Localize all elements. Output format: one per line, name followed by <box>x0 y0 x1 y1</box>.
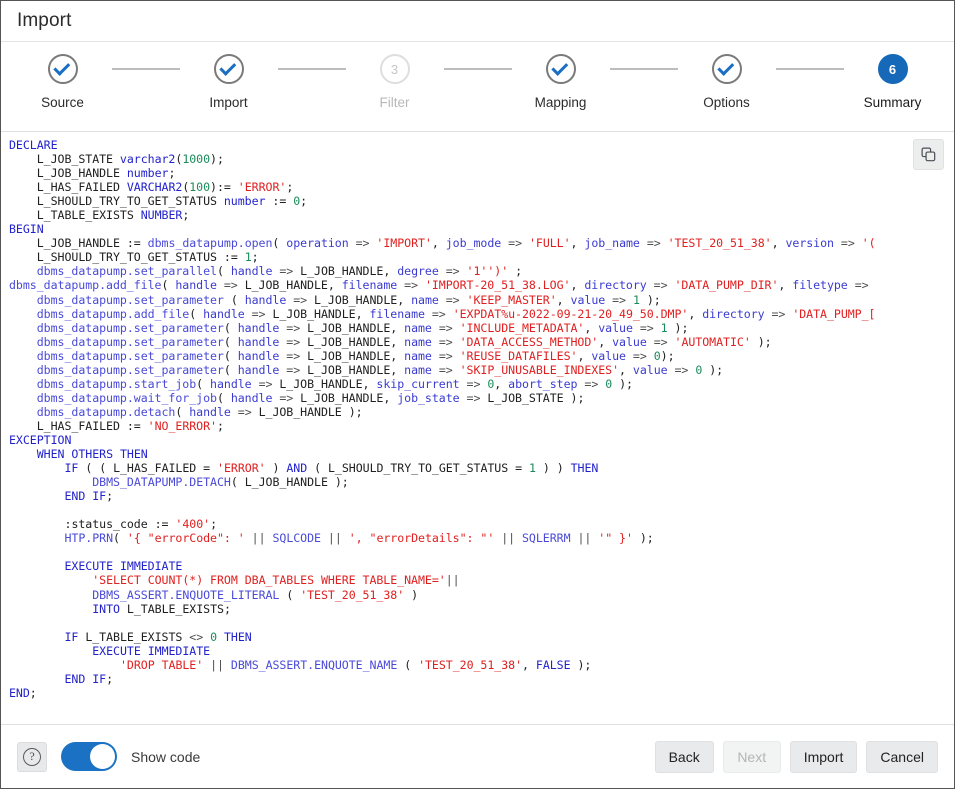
wizard-step-source[interactable]: Source <box>14 52 112 110</box>
import-wizard-dialog: Import Source Import 3 Filter Mapping Options… <box>0 0 955 789</box>
question-mark-icon: ? <box>23 748 41 766</box>
step-bubble-row: 3 <box>346 52 444 86</box>
footer-left-controls: ? Show code <box>17 742 200 772</box>
generated-code-panel: DECLARE L_JOB_STATE varchar2(1000); L_JO… <box>1 132 954 725</box>
step-bubble <box>712 54 742 84</box>
import-button[interactable]: Import <box>790 741 858 773</box>
step-label: Import <box>209 95 247 110</box>
wizard-step-filter: 3 Filter <box>346 52 444 110</box>
wizard-step-import[interactable]: Import <box>180 52 278 110</box>
footer-action-buttons: Back Next ImportCancel <box>655 741 938 773</box>
step-label: Source <box>41 95 84 110</box>
check-icon <box>551 58 568 75</box>
dialog-footer: ? Show code Back Next ImportCancel <box>1 725 954 788</box>
check-icon <box>219 58 236 75</box>
next-button: Next <box>723 741 781 773</box>
toggle-knob <box>90 744 115 769</box>
wizard-step-mapping[interactable]: Mapping <box>512 52 610 110</box>
step-connector <box>776 68 844 70</box>
wizard-step-indicator: Source Import 3 Filter Mapping Options 6 Summar… <box>1 42 954 132</box>
step-label: Summary <box>864 95 922 110</box>
step-connector <box>610 68 678 70</box>
step-bubble <box>48 54 78 84</box>
step-bubble: 3 <box>380 54 410 84</box>
copy-code-button[interactable] <box>913 139 944 170</box>
check-icon <box>717 58 734 75</box>
step-bubble: 6 <box>878 54 908 84</box>
dialog-title-bar: Import <box>1 1 954 42</box>
wizard-steps: Source Import 3 Filter Mapping Options 6 Summar… <box>14 52 942 110</box>
step-connector <box>278 68 346 70</box>
show-code-label: Show code <box>131 749 200 765</box>
page-title: Import <box>17 10 71 32</box>
wizard-step-summary[interactable]: 6 Summary <box>844 52 942 110</box>
check-icon <box>53 58 70 75</box>
cancel-button[interactable]: Cancel <box>866 741 938 773</box>
help-button[interactable]: ? <box>17 742 47 772</box>
step-bubble <box>546 54 576 84</box>
step-connector <box>444 68 512 70</box>
step-connector <box>112 68 180 70</box>
step-label: Filter <box>380 95 410 110</box>
step-bubble-row <box>180 52 278 86</box>
show-code-toggle[interactable] <box>61 742 117 771</box>
step-bubble-row <box>14 52 112 86</box>
step-bubble <box>214 54 244 84</box>
step-bubble-row <box>512 52 610 86</box>
step-bubble-row: 6 <box>844 52 942 86</box>
back-button[interactable]: Back <box>655 741 714 773</box>
step-label: Mapping <box>535 95 587 110</box>
wizard-step-options[interactable]: Options <box>678 52 776 110</box>
step-label: Options <box>703 95 750 110</box>
step-bubble-row <box>678 52 776 86</box>
copy-icon <box>921 147 936 162</box>
plsql-code-block[interactable]: DECLARE L_JOB_STATE varchar2(1000); L_JO… <box>1 132 954 700</box>
